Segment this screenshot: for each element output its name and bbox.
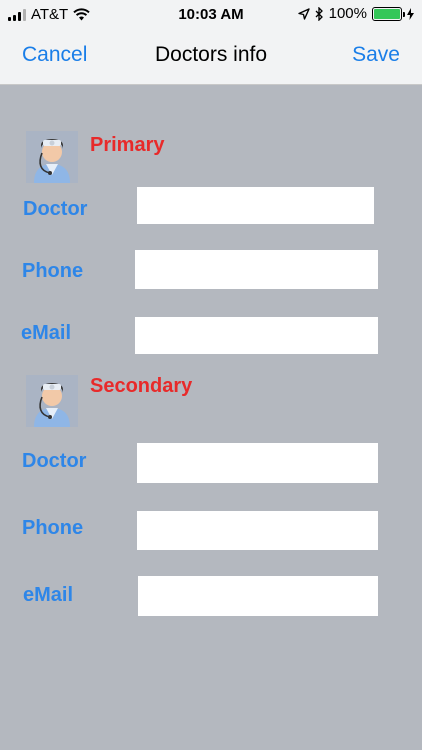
save-button[interactable]: Save — [352, 43, 400, 67]
primary-doctor-input[interactable] — [137, 187, 374, 224]
primary-phone-input[interactable] — [135, 250, 378, 289]
navigation-bar: Cancel Doctors info Save — [0, 30, 422, 85]
doctor-icon — [26, 375, 78, 427]
section-title-secondary: Secondary — [90, 375, 193, 397]
status-right: 100% — [297, 5, 414, 22]
charging-bolt-icon — [407, 7, 414, 20]
field-label-secondary-phone: Phone — [22, 517, 84, 539]
battery-icon — [372, 6, 405, 21]
secondary-email-input[interactable] — [138, 576, 378, 616]
location-arrow-icon — [297, 7, 310, 20]
field-label-primary-phone: Phone — [22, 260, 84, 282]
primary-email-input[interactable] — [135, 317, 378, 354]
status-bar: AT&T 10:03 AM 100% — [0, 0, 422, 30]
secondary-doctor-input[interactable] — [137, 443, 378, 483]
field-label-secondary-email: eMail — [23, 584, 74, 606]
field-label-primary-doctor: Doctor — [23, 198, 88, 220]
field-label-secondary-doctor: Doctor — [22, 450, 87, 472]
doctor-icon — [26, 131, 78, 183]
section-title-primary: Primary — [90, 134, 165, 156]
battery-percent: 100% — [328, 5, 367, 22]
doctors-info-screen: AT&T 10:03 AM 100% Cancel Doctors info S… — [0, 0, 422, 750]
secondary-phone-input[interactable] — [137, 511, 378, 550]
bluetooth-icon — [315, 6, 323, 21]
field-label-primary-email: eMail — [21, 322, 72, 344]
